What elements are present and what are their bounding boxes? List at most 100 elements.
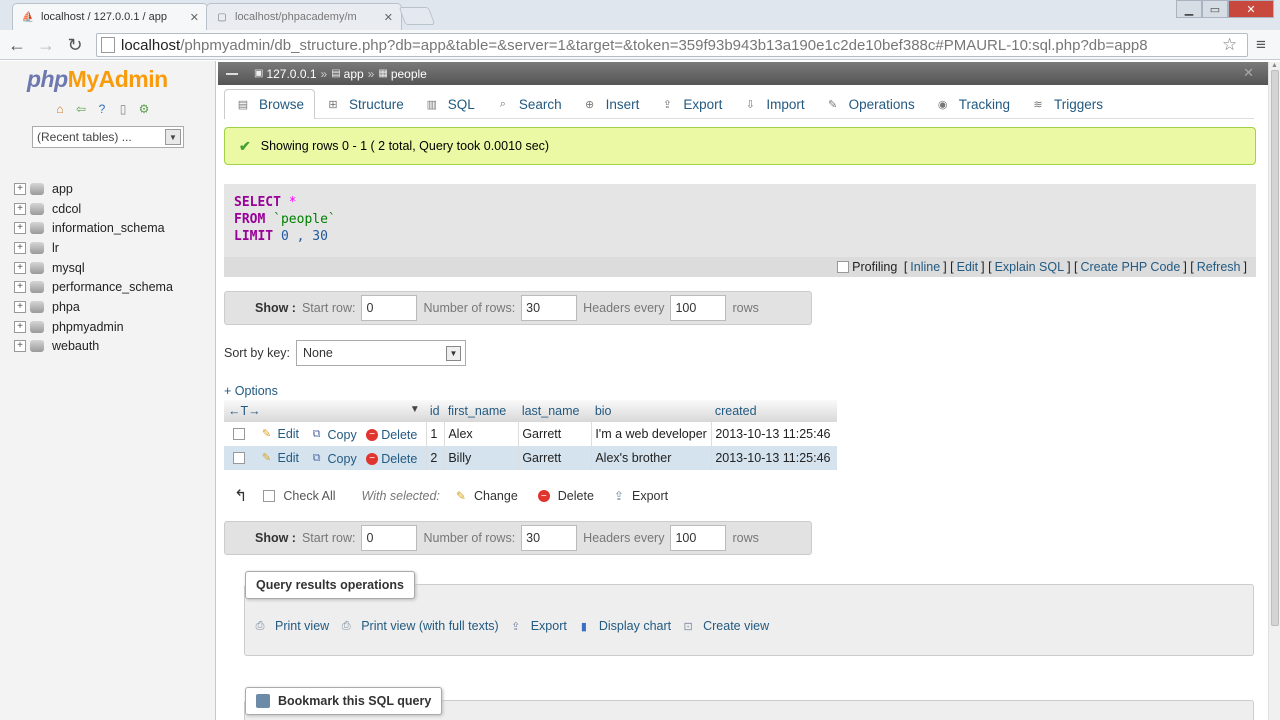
- cell-id[interactable]: 2: [426, 446, 445, 470]
- expand-icon[interactable]: +: [14, 320, 26, 333]
- tab-export[interactable]: ⇪ Export: [649, 89, 732, 119]
- address-bar[interactable]: localhost/phpmyadmin/db_structure.php?db…: [96, 33, 1248, 57]
- browser-menu-icon[interactable]: ≡: [1256, 35, 1266, 55]
- cell-first-name[interactable]: Alex: [444, 422, 519, 446]
- documentation-icon[interactable]: ▯: [115, 101, 131, 117]
- create-view-link[interactable]: ⊡ Create view: [679, 619, 770, 633]
- expand-icon[interactable]: +: [14, 261, 26, 274]
- expand-icon[interactable]: +: [14, 281, 26, 294]
- scrollbar-thumb[interactable]: [1271, 70, 1279, 626]
- export-link[interactable]: ⇪ Export: [507, 619, 567, 633]
- tab-operations[interactable]: ✎ Operations: [815, 89, 925, 119]
- main-scrollbar[interactable]: ▲: [1268, 62, 1280, 720]
- check-all-label[interactable]: Check All: [283, 489, 335, 503]
- copy-row-button[interactable]: ⧉ Copy: [309, 428, 357, 442]
- display-chart-link[interactable]: ▮ Display chart: [575, 619, 671, 633]
- database-item[interactable]: + app: [14, 179, 173, 199]
- tab-browse[interactable]: ▤ Browse: [224, 89, 316, 119]
- recent-tables-select[interactable]: (Recent tables) ... ▼: [32, 126, 184, 148]
- browser-tab-phpacademy[interactable]: ▢ localhost/phpacademy/m ✕: [206, 3, 402, 30]
- column-arrows[interactable]: ←T→ ▼: [224, 400, 427, 422]
- print-view-full-link[interactable]: ⎙ Print view (with full texts): [337, 619, 499, 633]
- expand-icon[interactable]: +: [14, 202, 26, 215]
- database-item[interactable]: + mysql: [14, 258, 173, 278]
- check-all-checkbox[interactable]: [263, 490, 276, 502]
- copy-row-button[interactable]: ⧉ Copy: [309, 452, 357, 466]
- cell-first-name[interactable]: Billy: [444, 446, 519, 470]
- tab-tracking[interactable]: ◉ Tracking: [925, 89, 1020, 119]
- settings-icon[interactable]: ⚙: [136, 101, 152, 117]
- expand-icon[interactable]: +: [14, 300, 26, 313]
- tab-import[interactable]: ⇩ Import: [732, 89, 814, 119]
- profiling-checkbox[interactable]: [837, 261, 850, 273]
- browser-tab-phpmyadmin[interactable]: ⛵ localhost / 127.0.0.1 / app ✕: [12, 3, 208, 30]
- phpmyadmin-logo[interactable]: phpMyAdmin: [27, 66, 168, 93]
- help-icon[interactable]: ?: [94, 101, 110, 117]
- tab-sql[interactable]: ▥ SQL: [414, 89, 485, 119]
- close-icon[interactable]: ✕: [1243, 65, 1254, 81]
- database-item[interactable]: + webauth: [14, 337, 173, 357]
- expand-icon[interactable]: +: [14, 222, 26, 235]
- change-selected-button[interactable]: ✎ Change: [456, 489, 518, 503]
- explain-sql-link[interactable]: Explain SQL: [995, 260, 1064, 274]
- refresh-link[interactable]: Refresh: [1197, 260, 1241, 274]
- edit-row-button[interactable]: ✎ Edit: [258, 451, 299, 465]
- close-tab-icon[interactable]: ✕: [190, 11, 199, 24]
- back-button[interactable]: ←: [6, 34, 28, 56]
- expand-icon[interactable]: +: [14, 241, 26, 254]
- new-tab-button[interactable]: [398, 7, 436, 25]
- close-window-button[interactable]: ✕: [1228, 0, 1274, 18]
- expand-icon[interactable]: +: [14, 182, 26, 195]
- database-item[interactable]: + cdcol: [14, 199, 173, 219]
- home-icon[interactable]: ⌂: [52, 101, 68, 117]
- cell-id[interactable]: 1: [426, 422, 445, 446]
- tab-insert[interactable]: ⊕ Insert: [572, 89, 650, 119]
- database-item[interactable]: + information_schema: [14, 218, 173, 238]
- bookmark-star-icon[interactable]: ☆: [1222, 35, 1237, 55]
- delete-selected-button[interactable]: − Delete: [537, 489, 594, 503]
- column-header-first-name[interactable]: first_name: [444, 400, 519, 422]
- cell-last-name[interactable]: Garrett: [518, 446, 592, 470]
- delete-row-button[interactable]: − Delete: [366, 428, 417, 442]
- forward-button[interactable]: →: [35, 34, 57, 56]
- column-header-bio[interactable]: bio: [591, 400, 712, 422]
- scroll-up-icon[interactable]: ▲: [1271, 62, 1278, 69]
- number-of-rows-input[interactable]: 30: [521, 295, 578, 321]
- edit-row-button[interactable]: ✎ Edit: [258, 427, 299, 441]
- row-checkbox[interactable]: [233, 451, 245, 464]
- collapse-icon[interactable]: [226, 72, 238, 75]
- breadcrumb-server[interactable]: 127.0.0.1: [266, 67, 316, 81]
- delete-row-button[interactable]: − Delete: [366, 452, 417, 466]
- start-row-input[interactable]: 0: [361, 525, 418, 551]
- column-header-last-name[interactable]: last_name: [518, 400, 592, 422]
- cell-created[interactable]: 2013-10-13 11:25:46: [711, 446, 837, 470]
- number-of-rows-input[interactable]: 30: [521, 525, 578, 551]
- database-item[interactable]: + performance_schema: [14, 277, 173, 297]
- headers-every-input[interactable]: 100: [670, 295, 727, 321]
- maximize-button[interactable]: ▭: [1202, 0, 1228, 18]
- cell-bio[interactable]: I'm a web developer: [591, 422, 712, 446]
- inline-link[interactable]: Inline: [910, 260, 940, 274]
- cell-last-name[interactable]: Garrett: [518, 422, 592, 446]
- edit-sql-link[interactable]: Edit: [957, 260, 979, 274]
- column-header-created[interactable]: created: [711, 400, 837, 422]
- tab-triggers[interactable]: ≋ Triggers: [1020, 89, 1113, 119]
- expand-icon[interactable]: +: [14, 340, 26, 353]
- create-php-code-link[interactable]: Create PHP Code: [1080, 260, 1180, 274]
- sort-key-select[interactable]: None ▼: [296, 340, 466, 366]
- export-selected-button[interactable]: ⇪ Export: [614, 489, 668, 503]
- close-tab-icon[interactable]: ✕: [384, 11, 393, 24]
- database-item[interactable]: + phpmyadmin: [14, 317, 173, 337]
- minimize-button[interactable]: ▁: [1176, 0, 1202, 18]
- sql-query-display[interactable]: SELECT * FROM `people` LIMIT 0 , 30: [224, 184, 1256, 257]
- logout-icon[interactable]: ⇦: [73, 101, 89, 117]
- cell-created[interactable]: 2013-10-13 11:25:46: [711, 422, 837, 446]
- reload-button[interactable]: ↻: [64, 34, 86, 56]
- breadcrumb-table[interactable]: people: [391, 67, 427, 81]
- headers-every-input[interactable]: 100: [670, 525, 727, 551]
- tab-search[interactable]: ⌕ Search: [485, 89, 572, 119]
- cell-bio[interactable]: Alex's brother: [591, 446, 712, 470]
- database-item[interactable]: + lr: [14, 238, 173, 258]
- options-link[interactable]: + Options: [224, 384, 278, 398]
- breadcrumb-database[interactable]: app: [344, 67, 364, 81]
